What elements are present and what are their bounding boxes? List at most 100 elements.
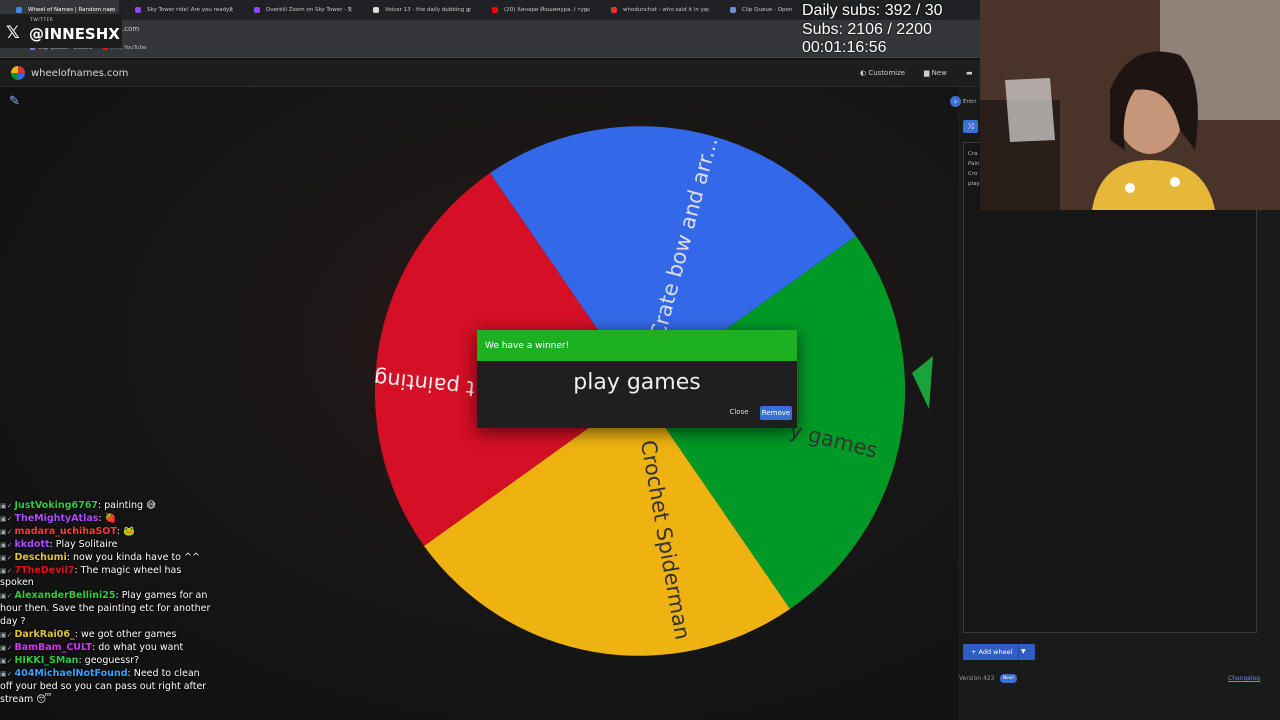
tab-title: (20) Хинари Йошимура. I тур <box>504 7 588 13</box>
tab-favicon-icon <box>254 7 260 13</box>
tab-favicon-icon <box>135 7 141 13</box>
new-badge: New! <box>1000 674 1017 683</box>
tab-title: Clip Queue - Open <box>742 7 793 13</box>
folder-icon: ▬ <box>966 69 973 77</box>
browser-tab[interactable]: (20) Хинари Йошимура. I тур × <box>476 0 595 20</box>
entries-textarea[interactable] <box>963 142 1257 633</box>
wheel-logo-icon <box>11 66 25 80</box>
chat-text: : now you kinda have to ^^ <box>66 551 200 563</box>
plus-icon: + <box>971 648 977 656</box>
browser-tab[interactable]: Overkill Zoom on Sky Tower - T × <box>238 0 357 20</box>
new-button[interactable]: ▆ New <box>924 69 947 77</box>
chat-message: ▣✓ 404MichaelNotFound: Need to clean off … <box>0 668 215 707</box>
tab-favicon-icon <box>730 7 736 13</box>
app-header: wheelofnames.com ◐ Customize ▆ New ▬ <box>0 60 980 87</box>
chat-badge-icon: ▣✓ <box>0 592 13 601</box>
entry-line: Cra <box>968 151 978 157</box>
tab-favicon-icon <box>611 7 617 13</box>
entry-line: Cro <box>968 171 978 177</box>
chat-badge-icon: ▣✓ <box>0 540 13 549</box>
chat-text: : geoguessr? <box>78 654 140 666</box>
stream-stats-overlay: Daily subs: 392 / 30 Subs: 2106 / 2200 0… <box>802 2 980 58</box>
chat-username[interactable]: kkdott <box>14 539 49 550</box>
chevron-down-icon[interactable]: ▼ <box>1021 644 1026 660</box>
chat-text: : Play Solitaire <box>49 538 118 550</box>
chat-message: ▣✓ HIKKI_SMan: geoguessr? <box>0 655 215 668</box>
daily-subs-counter: Daily subs: 392 / 30 <box>802 2 943 19</box>
browser-tab[interactable]: Voicer 13 - the daily dubbing g × <box>357 0 476 20</box>
chat-message: ▣✓ Deschumi: now you kinda have to ^^ <box>0 552 215 565</box>
collapse-sidebar-icon[interactable]: › <box>950 96 961 107</box>
browser-tab[interactable]: whodunchat - who said it in yo × <box>595 0 714 20</box>
chat-badge-icon: ▣✓ <box>0 502 13 510</box>
chat-username[interactable]: JustVoking6767 <box>14 500 97 511</box>
chat-username[interactable]: TheMightyAtlas <box>14 513 98 524</box>
close-tab-icon[interactable]: × <box>466 0 472 20</box>
close-button[interactable]: Close <box>727 408 751 416</box>
chat-username[interactable]: 404MichaelNotFound <box>14 668 127 679</box>
remove-button[interactable]: Remove <box>760 406 792 420</box>
chat-badge-icon: ▣✓ <box>0 643 13 652</box>
file-icon: ▆ <box>924 69 930 77</box>
chat-text: : 🍓 <box>98 512 117 524</box>
tab-favicon-icon <box>492 7 498 13</box>
chat-badge-icon: ▣✓ <box>0 527 13 536</box>
changelog-link[interactable]: Changelog <box>1228 675 1260 682</box>
add-wheel-divider <box>1018 644 1019 660</box>
twitter-overlay: 𝕏 TWITTER @INNESHX <box>0 14 122 48</box>
site-title[interactable]: wheelofnames.com <box>31 68 128 79</box>
chat-username[interactable]: HIKKI_SMan <box>14 655 78 666</box>
chat-badge-icon: ▣✓ <box>0 631 13 640</box>
tab-title: Overkill Zoom on Sky Tower - T <box>266 7 352 13</box>
tab-favicon-icon <box>16 7 22 13</box>
chat-username[interactable]: 7TheDevil7 <box>14 565 74 576</box>
chat-text: : do what you want <box>91 641 184 653</box>
close-tab-icon[interactable]: × <box>585 0 591 20</box>
chat-message: ▣✓ madara_uchihaSOT: 🐸 <box>0 526 215 539</box>
chat-message: ▣✓ 7TheDevil7: The magic wheel has spoken <box>0 565 215 591</box>
chat-message: ▣✓ TheMightyAtlas: 🍓 <box>0 513 215 526</box>
twitter-handle: @INNESHX <box>29 25 120 43</box>
customize-button[interactable]: ◐ Customize <box>860 69 905 77</box>
version-label: Version 423 <box>959 675 995 682</box>
webcam-overlay <box>980 0 1280 210</box>
chat-message: ▣✓ BamBam_CULT: do what you want <box>0 642 215 655</box>
tab-title: Voicer 13 - the daily dubbing g <box>385 7 470 13</box>
dialog-header: We have a winner! <box>477 330 797 361</box>
tab-favicon-icon <box>373 7 379 13</box>
close-tab-icon[interactable]: × <box>228 0 234 20</box>
chat-username[interactable]: madara_uchihaSOT <box>14 526 116 537</box>
shuffle-button[interactable]: ⤨ <box>963 120 978 133</box>
chat-message: ▣✓ JustVoking6767: painting 😅 <box>0 500 215 513</box>
chat-username[interactable]: Deschumi <box>14 552 66 563</box>
chat-message: ▣✓ DarkRai06_: we got other games <box>0 629 215 642</box>
chat-username[interactable]: DarkRai06_ <box>14 629 74 640</box>
chat-username[interactable]: AlexanderBellini25 <box>14 590 115 601</box>
chat-badge-icon: ▣✓ <box>0 553 13 562</box>
entry-line: Pain <box>968 161 980 167</box>
tab-title: whodunchat - who said it in yo <box>623 7 708 13</box>
entry-line: play <box>968 181 980 187</box>
wheel-pointer-icon <box>912 356 933 409</box>
address-text: .com <box>122 25 140 33</box>
winner-text: play games <box>573 370 701 395</box>
close-tab-icon[interactable]: × <box>704 0 710 20</box>
close-tab-icon[interactable]: × <box>347 0 353 20</box>
x-logo-icon: 𝕏 <box>6 23 20 43</box>
chat-badge-icon: ▣✓ <box>0 514 13 523</box>
webcam-image <box>980 0 1280 210</box>
chat-badge-icon: ▣✓ <box>0 669 13 678</box>
stream-screen: Wheel of Names | Random nam × Sky Tower ri… <box>0 0 1280 720</box>
chat-text: : we got other games <box>74 629 177 641</box>
chat-badge-icon: ▣✓ <box>0 656 13 665</box>
chat-message: ▣✓ AlexanderBellini25: Play games for an … <box>0 590 215 629</box>
tab-entries[interactable]: Entri <box>963 99 976 105</box>
browser-tab[interactable]: Sky Tower ride! Are you ready? × <box>119 0 238 20</box>
chat-text: : painting 😅 <box>97 500 156 511</box>
chat-username[interactable]: BamBam_CULT <box>14 642 92 653</box>
open-button[interactable]: ▬ <box>966 69 973 77</box>
chat-badge-icon: ▣✓ <box>0 566 13 575</box>
stream-timer: 00:01:16:56 <box>802 39 887 56</box>
twitter-label: TWITTER <box>30 18 54 23</box>
chat-text: : 🐸 <box>116 525 135 537</box>
